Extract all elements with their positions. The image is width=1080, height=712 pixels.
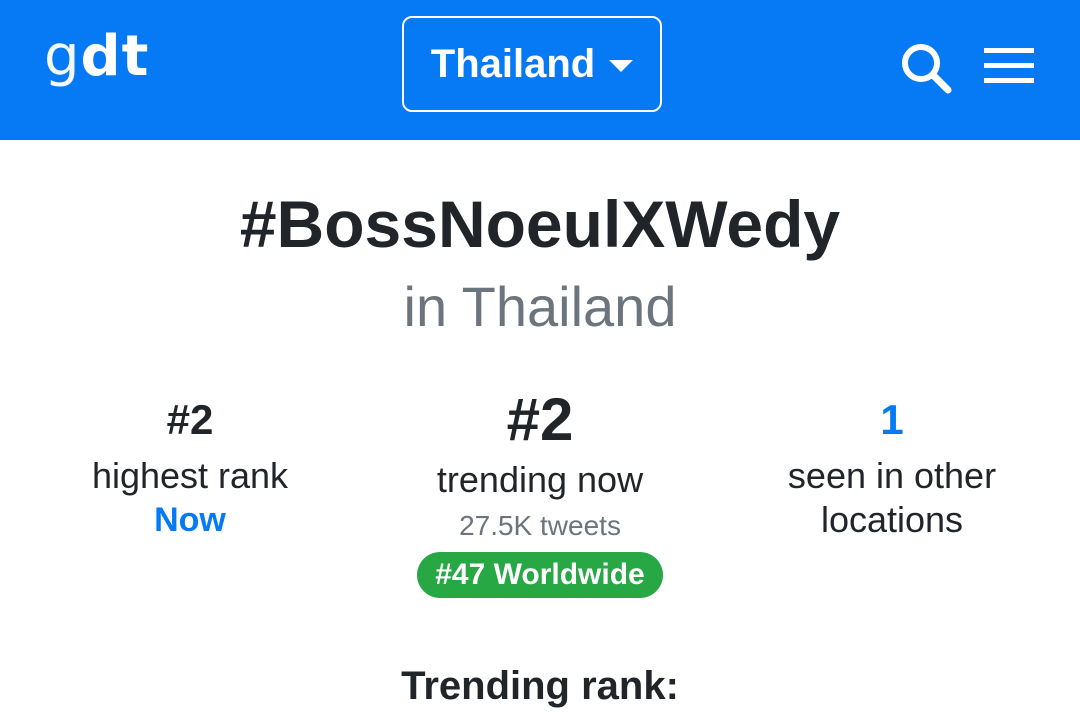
- top-header: gdt Thailand: [0, 0, 1080, 140]
- hashtag-title: #BossNoeulXWedy: [239, 187, 841, 261]
- trending-now-stat: #2 trending now 27.5K tweets #47 Worldwi…: [390, 386, 690, 598]
- trending-now-label: trending now: [436, 459, 644, 500]
- tweet-count: 27.5K tweets: [459, 510, 621, 541]
- location-subtitle: in Thailand: [403, 275, 677, 338]
- other-locations-count[interactable]: 1: [742, 390, 1042, 450]
- search-icon[interactable]: [898, 40, 954, 96]
- country-selector-button[interactable]: Thailand: [402, 16, 662, 112]
- chevron-down-icon: [609, 60, 634, 72]
- trending-rank-heading: Trending rank:: [401, 664, 679, 708]
- highest-rank-stat: #2 highest rank Now: [40, 390, 340, 542]
- highest-rank-label: highest rank: [91, 455, 289, 496]
- country-selector-label: Thailand: [430, 41, 596, 86]
- logo-bold-text: dt: [80, 24, 150, 89]
- highest-rank-time: Now: [154, 501, 226, 539]
- menu-icon[interactable]: [984, 46, 1034, 86]
- trending-now-value: #2: [506, 386, 574, 453]
- other-locations-label-line1: seen in other: [787, 455, 997, 496]
- other-locations-stat[interactable]: 1 seen in other locations: [742, 390, 1042, 542]
- other-locations-label-line2: locations: [820, 499, 964, 540]
- logo-light-text: g: [44, 24, 81, 89]
- highest-rank-value: #2: [166, 396, 214, 443]
- site-logo[interactable]: gdt: [44, 22, 149, 92]
- worldwide-rank-badge[interactable]: #47 Worldwide: [417, 552, 663, 598]
